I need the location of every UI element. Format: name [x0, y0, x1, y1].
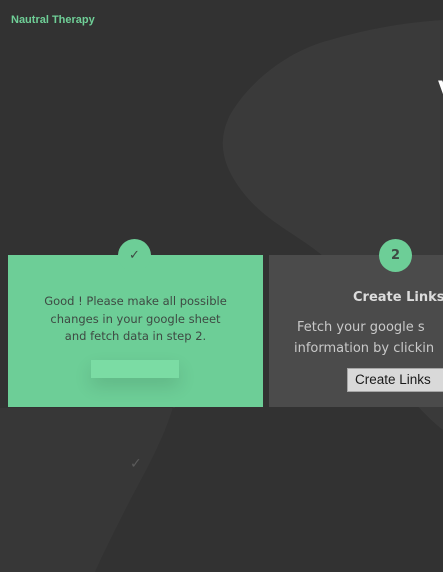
step-1-card: Good ! Please make all possible changes … [8, 255, 263, 407]
step-2-description: Fetch your google s information by click… [294, 317, 443, 359]
step-1-message-line: and fetch data in step 2. [64, 329, 207, 343]
step-2-description-line: Fetch your google s [297, 320, 425, 335]
step-1-action-button[interactable] [91, 360, 179, 378]
step-1-message: Good ! Please make all possible changes … [8, 293, 263, 346]
heading-fragment: V [438, 78, 443, 103]
step-2-number-badge: 2 [379, 239, 412, 272]
step-2-card: Create Links Fetch your google s informa… [269, 255, 443, 407]
check-icon: ✓ [118, 239, 151, 272]
faded-check-icon: ✓ [130, 456, 142, 472]
step-1-message-line: Good ! Please make all possible [44, 294, 227, 308]
step-2-title: Create Links [353, 290, 443, 305]
create-links-button[interactable]: Create Links [347, 368, 443, 392]
step-1-message-line: changes in your google sheet [50, 311, 221, 326]
brand-title[interactable]: Nautral Therapy [11, 14, 95, 26]
step-2-description-line: information by clickin [294, 341, 435, 356]
